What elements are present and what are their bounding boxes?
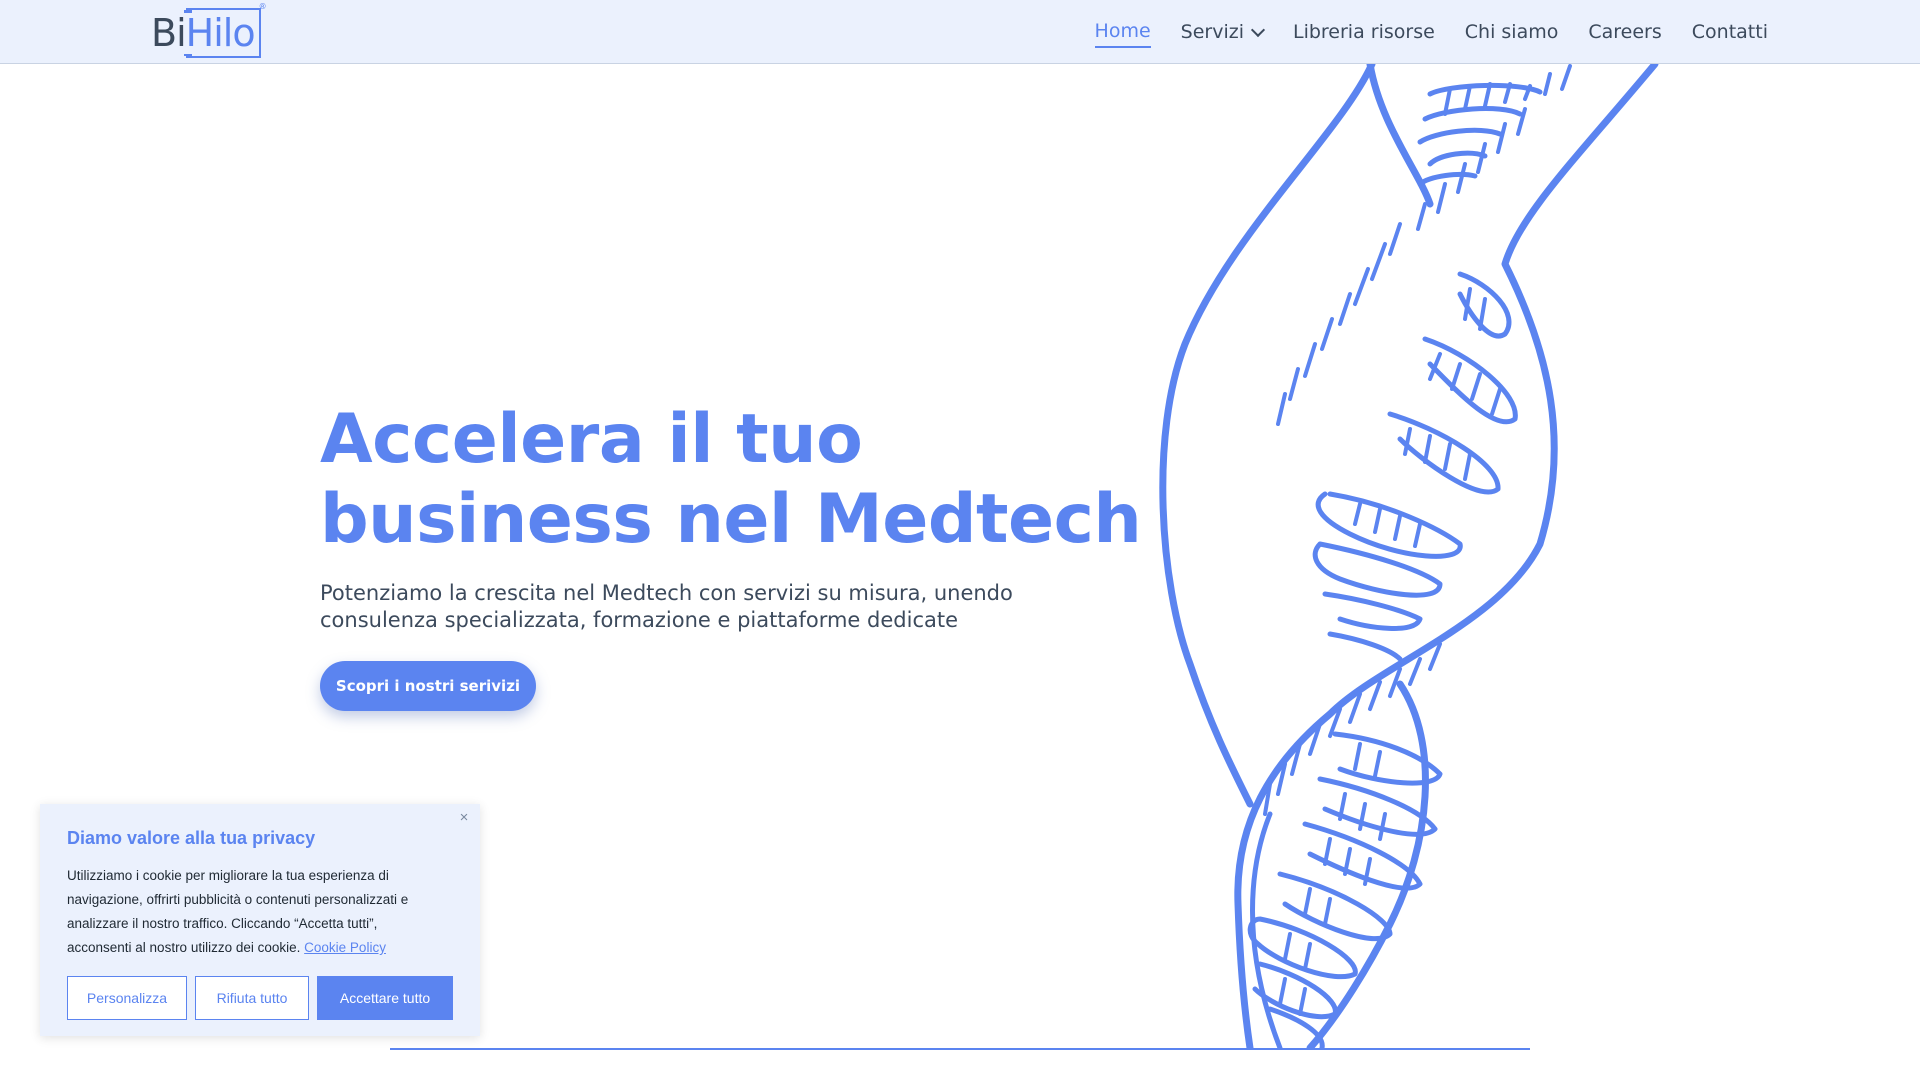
dna-helix-icon: [1159, 64, 1659, 1048]
site-header: BiHilo ® Home Servizi Libreria risorse Ch…: [0, 0, 1920, 64]
close-icon[interactable]: ×: [456, 810, 472, 826]
nav-libreria-risorse[interactable]: Libreria risorse: [1293, 17, 1435, 47]
cookie-text-line-1: Utilizziamo i cookie per migliorare la t…: [67, 868, 389, 883]
logo-hilo-text: Hilo: [185, 11, 256, 55]
cookie-text-line-3: analizzare il nostro traffico. Cliccando…: [67, 916, 378, 931]
cookie-text-line-4: acconsenti al nostro utilizzo dei cookie…: [67, 936, 467, 960]
nav-home[interactable]: Home: [1094, 16, 1151, 48]
nav-careers[interactable]: Careers: [1588, 17, 1661, 47]
cookie-title: Diamo valore alla tua privacy: [67, 828, 316, 848]
cookie-description: Utilizziamo i cookie per migliorare la t…: [67, 864, 467, 960]
cookie-policy-link[interactable]: Cookie Policy: [304, 940, 386, 955]
discover-services-button[interactable]: Scopri i nostri serivizi: [320, 661, 536, 711]
section-divider: [390, 1048, 1530, 1050]
cookie-text-line-4-body: acconsenti al nostro utilizzo dei cookie…: [67, 940, 301, 955]
hero-title: Accelera il tuo business nel Medtech: [320, 400, 1142, 560]
main-nav: Home Servizi Libreria risorse Chi siamo …: [1065, 0, 1768, 64]
nav-servizi[interactable]: Servizi: [1180, 17, 1266, 47]
cookie-text-line-2: navigazione, offrirti pubblicità o conte…: [67, 892, 409, 907]
logo-part-hilo: Hilo ®: [183, 3, 267, 58]
customize-button[interactable]: Personalizza: [67, 976, 187, 1020]
reject-all-button[interactable]: Rifiuta tutto: [195, 976, 309, 1020]
bihilo-logo[interactable]: BiHilo ®: [151, 3, 267, 62]
nav-chi-siamo[interactable]: Chi siamo: [1465, 17, 1559, 47]
logo-part-bi: Bi: [151, 11, 187, 55]
logo-trademark: ®: [258, 2, 267, 11]
nav-servizi-label: Servizi: [1180, 21, 1244, 43]
cookie-consent-banner: × Diamo valore alla tua privacy Utilizzi…: [40, 804, 480, 1036]
logo-wordmark: BiHilo ®: [151, 3, 267, 58]
hero-title-line-1: Accelera il tuo: [320, 400, 863, 479]
hero-subtitle: Potenziamo la crescita nel Medtech con s…: [320, 580, 1040, 634]
nav-contatti[interactable]: Contatti: [1692, 17, 1768, 47]
hero-subtitle-line-2: consulenza specializzata, formazione e p…: [320, 608, 959, 632]
chevron-down-icon: [1250, 22, 1266, 38]
accept-all-button[interactable]: Accettare tutto: [317, 976, 453, 1020]
hero-subtitle-line-1: Potenziamo la crescita nel Medtech con s…: [320, 581, 1013, 605]
hero-title-line-2: business nel Medtech: [320, 480, 1142, 559]
